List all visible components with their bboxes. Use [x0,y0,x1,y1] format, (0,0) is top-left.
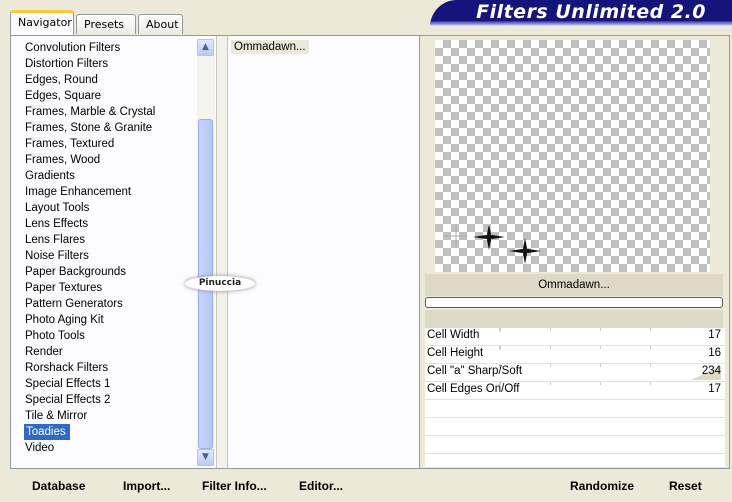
category-item[interactable]: Lens Flares [24,232,204,248]
editor-button[interactable]: Editor... [299,479,343,493]
tab-presets[interactable]: Presets [76,14,136,34]
category-item[interactable]: Gradients [24,168,204,184]
param-label: Cell Edges On/Off [427,383,520,395]
category-item[interactable]: Paper Textures [24,280,204,296]
database-button[interactable]: Database [32,479,85,493]
filter-info-button[interactable]: Filter Info... [202,479,267,493]
param-ticks [499,346,685,350]
category-item[interactable]: Photo Aging Kit [24,312,204,328]
param-empty-row [425,400,725,418]
category-item[interactable]: Special Effects 1 [24,376,204,392]
scroll-down-button[interactable]: ▼ [197,449,214,466]
category-item[interactable]: Photo Tools [24,328,204,344]
filter-item-ommadawn[interactable]: Ommadawn... [231,40,309,54]
import-button[interactable]: Import... [123,479,170,493]
param-value[interactable]: 16 [708,347,721,359]
param-label: Cell Width [427,329,480,341]
preview-panel: Ommadawn... Cell Width 17 Cell Height 16… [420,35,730,469]
category-item[interactable]: Noise Filters [24,248,204,264]
app-title: Filters Unlimited 2.0 [476,1,706,23]
list-divider [216,36,228,468]
category-scrollbar[interactable]: ▲ ▼ [197,39,215,466]
category-item[interactable]: Distortion Filters [24,56,204,72]
category-item[interactable]: Rorshack Filters [24,360,204,376]
reset-button[interactable]: Reset [669,479,702,493]
param-ticks [499,328,685,332]
preview-image [435,40,710,272]
category-item[interactable]: Toadies [24,424,70,440]
category-item[interactable]: Pattern Generators [24,296,204,312]
randomize-button[interactable]: Randomize [570,479,634,493]
category-item[interactable]: Edges, Square [24,88,204,104]
category-list[interactable]: Convolution Filters Distortion Filters Edg… [24,40,204,456]
param-cell-height[interactable]: Cell Height 16 [425,346,725,364]
category-item[interactable]: Frames, Stone & Granite [24,120,204,136]
app-banner: Filters Unlimited 2.0 [430,0,732,27]
category-item[interactable]: Paper Backgrounds [24,264,204,280]
param-cell-edges[interactable]: Cell Edges On/Off 17 [425,382,725,400]
category-item[interactable]: Convolution Filters [24,40,204,56]
param-label: Cell Height [427,347,484,359]
category-item[interactable]: Lens Effects [24,216,204,232]
category-item[interactable]: Tile & Mirror [24,408,204,424]
sparkle-icon [445,226,541,264]
navigator-panel: Convolution Filters Distortion Filters Edg… [10,35,420,469]
parameter-header [425,310,723,328]
param-ticks [499,382,685,386]
preview-filter-name: Ommadawn... [425,274,723,296]
progress-bar [425,297,723,308]
param-ticks [499,364,685,368]
category-item[interactable]: Frames, Wood [24,152,204,168]
category-item[interactable]: Layout Tools [24,200,204,216]
tab-navigator[interactable]: Navigator [10,10,74,35]
param-cell-sharp-soft[interactable]: Cell "a" Sharp/Soft 234 [425,364,725,382]
category-item[interactable]: Image Enhancement [24,184,204,200]
watermark-logo: Pinuccia [185,276,255,291]
category-item[interactable]: Special Effects 2 [24,392,204,408]
param-empty-row [425,436,725,454]
param-empty-row [425,454,725,468]
param-value[interactable]: 17 [708,329,721,341]
param-label: Cell "a" Sharp/Soft [427,365,523,377]
param-empty-row [425,418,725,436]
category-item[interactable]: Edges, Round [24,72,204,88]
param-value[interactable]: 17 [708,383,721,395]
category-item[interactable]: Video [24,440,204,456]
category-item[interactable]: Render [24,344,204,360]
filter-list[interactable]: Ommadawn... [229,39,417,466]
category-item[interactable]: Frames, Marble & Crystal [24,104,204,120]
category-item[interactable]: Frames, Textured [24,136,204,152]
tab-about[interactable]: About [138,14,183,34]
param-cell-width[interactable]: Cell Width 17 [425,328,725,346]
param-value[interactable]: 234 [702,365,721,377]
scroll-up-button[interactable]: ▲ [197,39,214,56]
